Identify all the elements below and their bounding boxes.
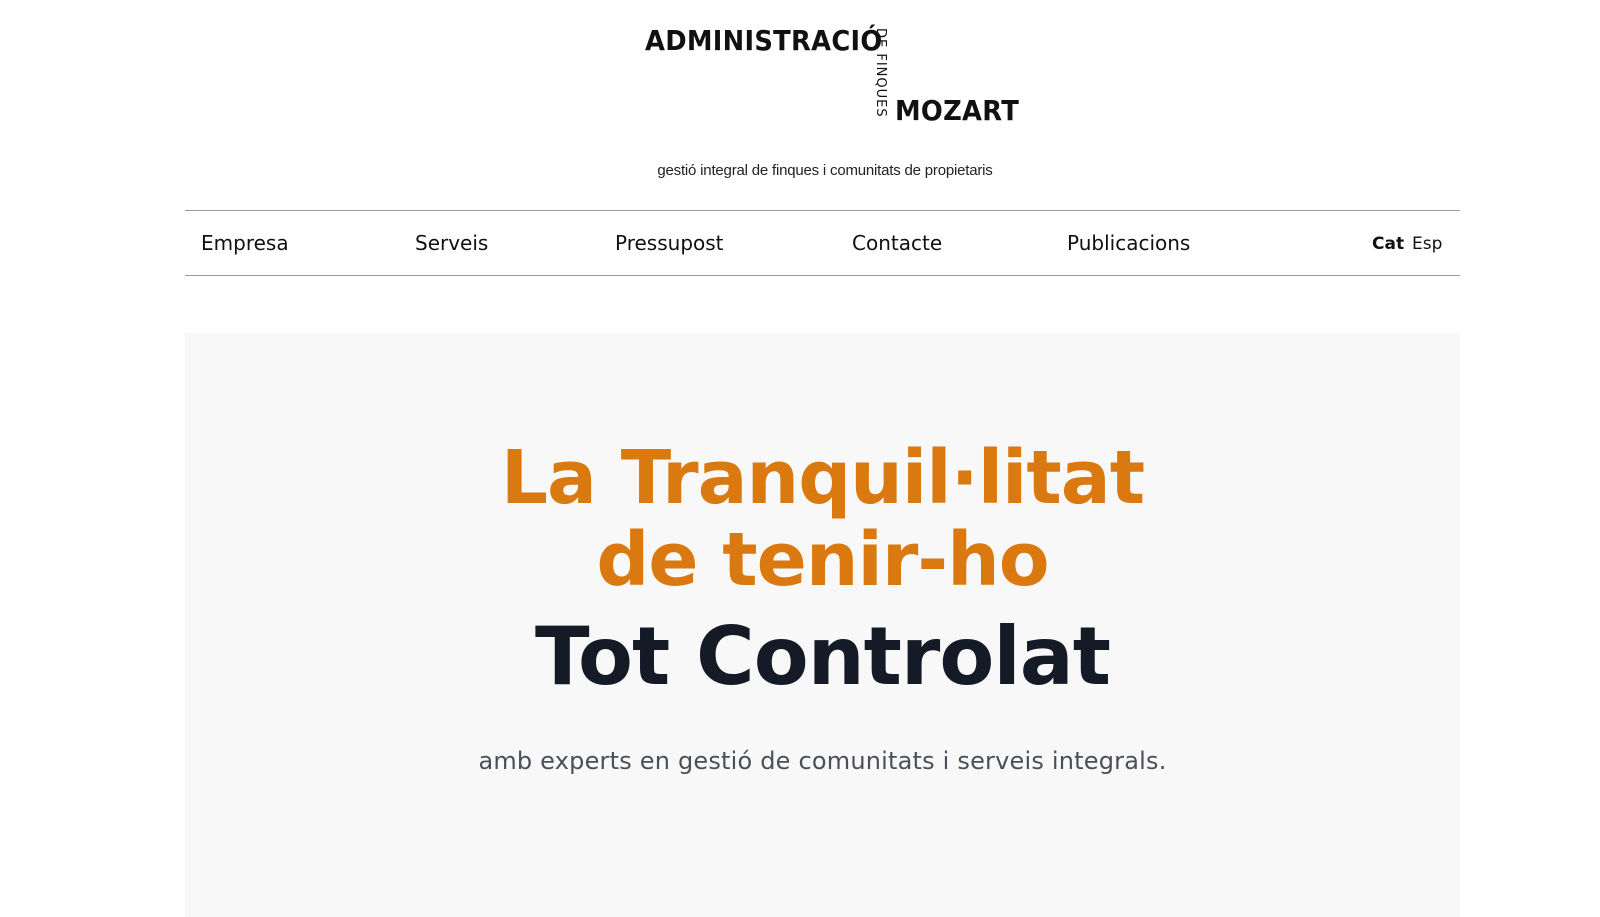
nav-item-publicacions[interactable]: Publicacions <box>1067 211 1190 275</box>
nav-item-empresa[interactable]: Empresa <box>201 211 289 275</box>
logo-administracio: ADMINISTRACIÓ <box>645 24 883 57</box>
logo-de-finques: DE FINQUES <box>873 28 888 118</box>
nav-item-pressupost[interactable]: Pressupost <box>615 211 724 275</box>
site-logo[interactable]: ADMINISTRACIÓ DE FINQUES MOZART <box>0 0 1600 130</box>
hero-title-line-1: La Tranquil·litat <box>500 435 1145 521</box>
site-tagline: gestió integral de finques i comunitats … <box>657 162 993 179</box>
language-cat-link[interactable]: Cat <box>1372 211 1404 275</box>
hero-title-line-2: de tenir-ho <box>596 517 1049 603</box>
main-navigation: Empresa Serveis Pressupost Contacte Publ… <box>185 210 1460 276</box>
nav-item-contacte[interactable]: Contacte <box>852 211 942 275</box>
nav-item-serveis[interactable]: Serveis <box>415 211 488 275</box>
language-esp-link[interactable]: Esp <box>1412 211 1442 275</box>
page: ADMINISTRACIÓ DE FINQUES MOZART gestió i… <box>0 0 1600 917</box>
logo-mozart: MOZART <box>895 94 1020 127</box>
hero-subtitle: amb experts en gestió de comunitats i se… <box>478 747 1167 775</box>
hero-section: La Tranquil·litat de tenir-ho Tot Contro… <box>185 333 1460 917</box>
hero-title-line-3: Tot Controlat <box>535 610 1111 703</box>
